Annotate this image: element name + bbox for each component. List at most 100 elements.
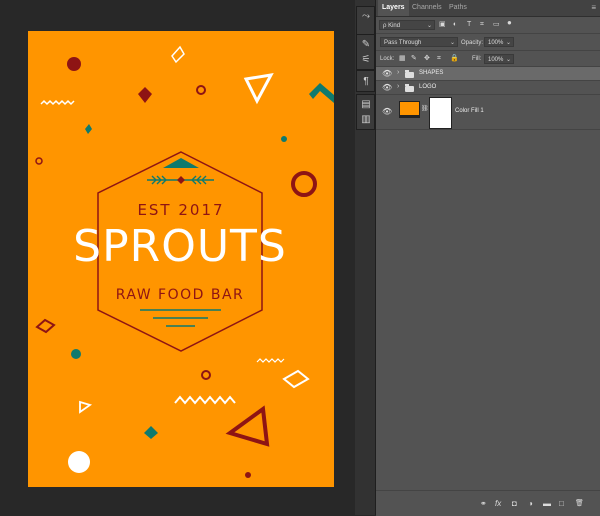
filter-toggle-icon[interactable]: ●: [507, 18, 512, 28]
red-dot-small: [245, 472, 251, 478]
layer-name-color-fill: Color Fill 1: [455, 108, 484, 114]
tab-paths[interactable]: Paths: [449, 0, 467, 16]
filter-type-icon[interactable]: T: [467, 20, 471, 30]
red-triangle-large: [225, 405, 270, 447]
filter-shape-icon[interactable]: ⌗: [480, 20, 484, 30]
visibility-eye-icon[interactable]: 👁: [382, 83, 392, 92]
move-icon[interactable]: ⤳: [360, 10, 372, 22]
layer-mask-thumbnail[interactable]: [429, 97, 452, 129]
panel-tabs: Layers Channels Paths ≡: [376, 0, 600, 17]
lock-artboard-icon[interactable]: ⌗: [437, 54, 441, 64]
lock-image-icon[interactable]: ✎: [411, 54, 417, 64]
white-zigzag-top: [40, 99, 75, 106]
chevron-down-icon: ⌄: [426, 23, 432, 29]
red-diamond-left: [35, 318, 56, 334]
red-ring-bottom: [201, 370, 211, 380]
teal-diamond-small: [85, 124, 92, 134]
lock-position-icon[interactable]: ✥: [424, 54, 430, 64]
thumbnail-shadow: [399, 116, 420, 118]
folder-icon[interactable]: ▬: [543, 499, 551, 508]
new-layer-icon[interactable]: □: [559, 499, 564, 508]
layer-name-shapes: SHAPES: [419, 70, 444, 76]
red-ring-small: [35, 157, 43, 165]
chevron-down-icon: ⌄: [449, 40, 455, 46]
link-chain-icon[interactable]: ⛓: [421, 104, 429, 114]
tab-layers[interactable]: Layers: [378, 0, 409, 16]
chevron-down-icon: ⌄: [505, 57, 511, 63]
panel-group-1: ⤳: [356, 6, 375, 36]
opacity-label: Opacity:: [461, 40, 484, 46]
panel-group-4: ▤ ▥: [356, 94, 375, 130]
fill-value: 100%: [488, 57, 504, 63]
white-dot: [68, 451, 90, 473]
lock-row: Lock: ▦ ✎ ✥ ⌗ 🔒 Fill: 100% ⌄: [376, 53, 600, 65]
lock-label: Lock:: [380, 56, 395, 62]
opacity-input[interactable]: 100% ⌄: [484, 37, 514, 47]
artboard[interactable]: EST 2017 SPROUTS RAW FOOD BAR: [28, 31, 334, 487]
brush-settings-icon[interactable]: ✎: [360, 38, 372, 50]
white-diamond-top: [171, 45, 185, 64]
layers-panel: Layers Channels Paths ≡ ρ Kind ⌄ ▣ ◐ T ⌗…: [376, 0, 600, 516]
white-triangle-left: [79, 400, 93, 414]
color-fill-thumbnail[interactable]: [399, 101, 420, 116]
filter-row: ρ Kind ⌄ ▣ ◐ T ⌗ ▭ ●: [376, 18, 600, 31]
filter-adjustment-icon[interactable]: ◐: [453, 20, 457, 30]
layer-row-shapes[interactable]: 👁 › SHAPES: [376, 67, 600, 81]
red-ring-large: [291, 171, 317, 197]
filter-smartobject-icon[interactable]: ▭: [493, 20, 500, 30]
filter-kind-label: ρ Kind: [383, 23, 401, 29]
lock-transparent-icon[interactable]: ▦: [399, 54, 406, 64]
visibility-eye-icon[interactable]: 👁: [382, 107, 392, 116]
canvas-workspace[interactable]: EST 2017 SPROUTS RAW FOOD BAR: [0, 0, 355, 515]
filter-kind-select[interactable]: ρ Kind ⌄: [379, 20, 435, 30]
lock-all-icon[interactable]: 🔒: [450, 54, 459, 64]
adjustment-icon[interactable]: ◑: [528, 499, 533, 508]
fill-input[interactable]: 100% ⌄: [484, 54, 514, 64]
folder-icon: [405, 84, 414, 92]
logo-tagline-text: RAW FOOD BAR: [116, 287, 245, 303]
collapsed-panels-strip: ⤳ ✎ ⚟ ¶ ▤ ▥: [355, 0, 376, 515]
expand-arrow-icon[interactable]: ›: [397, 69, 399, 76]
red-dot: [67, 57, 81, 71]
layer-name-logo: LOGO: [419, 84, 437, 90]
layer-row-logo[interactable]: 👁 › LOGO: [376, 81, 600, 95]
link-icon[interactable]: ⚭: [480, 499, 487, 508]
tab-channels[interactable]: Channels: [412, 0, 442, 16]
divider: [376, 50, 600, 51]
white-zigzag-bottom: [174, 395, 236, 405]
teal-chevron: [309, 83, 334, 103]
expand-arrow-icon[interactable]: ›: [397, 83, 399, 90]
blend-mode-select[interactable]: Pass Through ⌄: [380, 37, 458, 47]
red-ring: [196, 85, 206, 95]
red-diamond-top: [138, 87, 152, 103]
teal-dot: [281, 136, 287, 142]
white-diamond-right: [282, 369, 310, 389]
panel-group-3: ¶: [356, 70, 375, 92]
libraries-icon[interactable]: ▥: [360, 113, 372, 125]
folder-icon: [405, 70, 414, 78]
paragraph-icon[interactable]: ¶: [360, 75, 372, 87]
filter-pixel-icon[interactable]: ▣: [439, 20, 446, 30]
fill-label: Fill:: [472, 56, 482, 62]
panel-group-2: ✎ ⚟: [356, 34, 375, 70]
panel-menu-icon[interactable]: ≡: [591, 0, 596, 15]
mask-icon[interactable]: ◘: [512, 499, 517, 508]
panel-bottom-toolbar: ⚭ fx ◘ ◑ ▬ □ 🗑: [376, 490, 600, 516]
logo-ornament-diamond: [177, 176, 185, 184]
trash-icon[interactable]: 🗑: [575, 499, 584, 507]
fx-icon[interactable]: fx: [495, 499, 501, 508]
blend-mode-value: Pass Through: [384, 40, 422, 46]
adjustments-icon[interactable]: ⚟: [360, 53, 372, 65]
layer-row-color-fill[interactable]: 👁 ⛓ Color Fill 1: [376, 95, 600, 130]
logo-top-triangle: [163, 158, 199, 168]
chevron-down-icon: ⌄: [505, 40, 511, 46]
logo-name-text: SPROUTS: [73, 221, 287, 272]
visibility-eye-icon[interactable]: 👁: [382, 69, 392, 78]
white-zigzag-small: [256, 358, 285, 363]
properties-icon[interactable]: ▤: [360, 98, 372, 110]
white-triangle-top: [243, 73, 274, 105]
teal-dot-left: [71, 349, 81, 359]
poster-artwork: EST 2017 SPROUTS RAW FOOD BAR: [35, 45, 334, 478]
logo-est-text: EST 2017: [137, 201, 224, 219]
opacity-value: 100%: [488, 40, 504, 46]
